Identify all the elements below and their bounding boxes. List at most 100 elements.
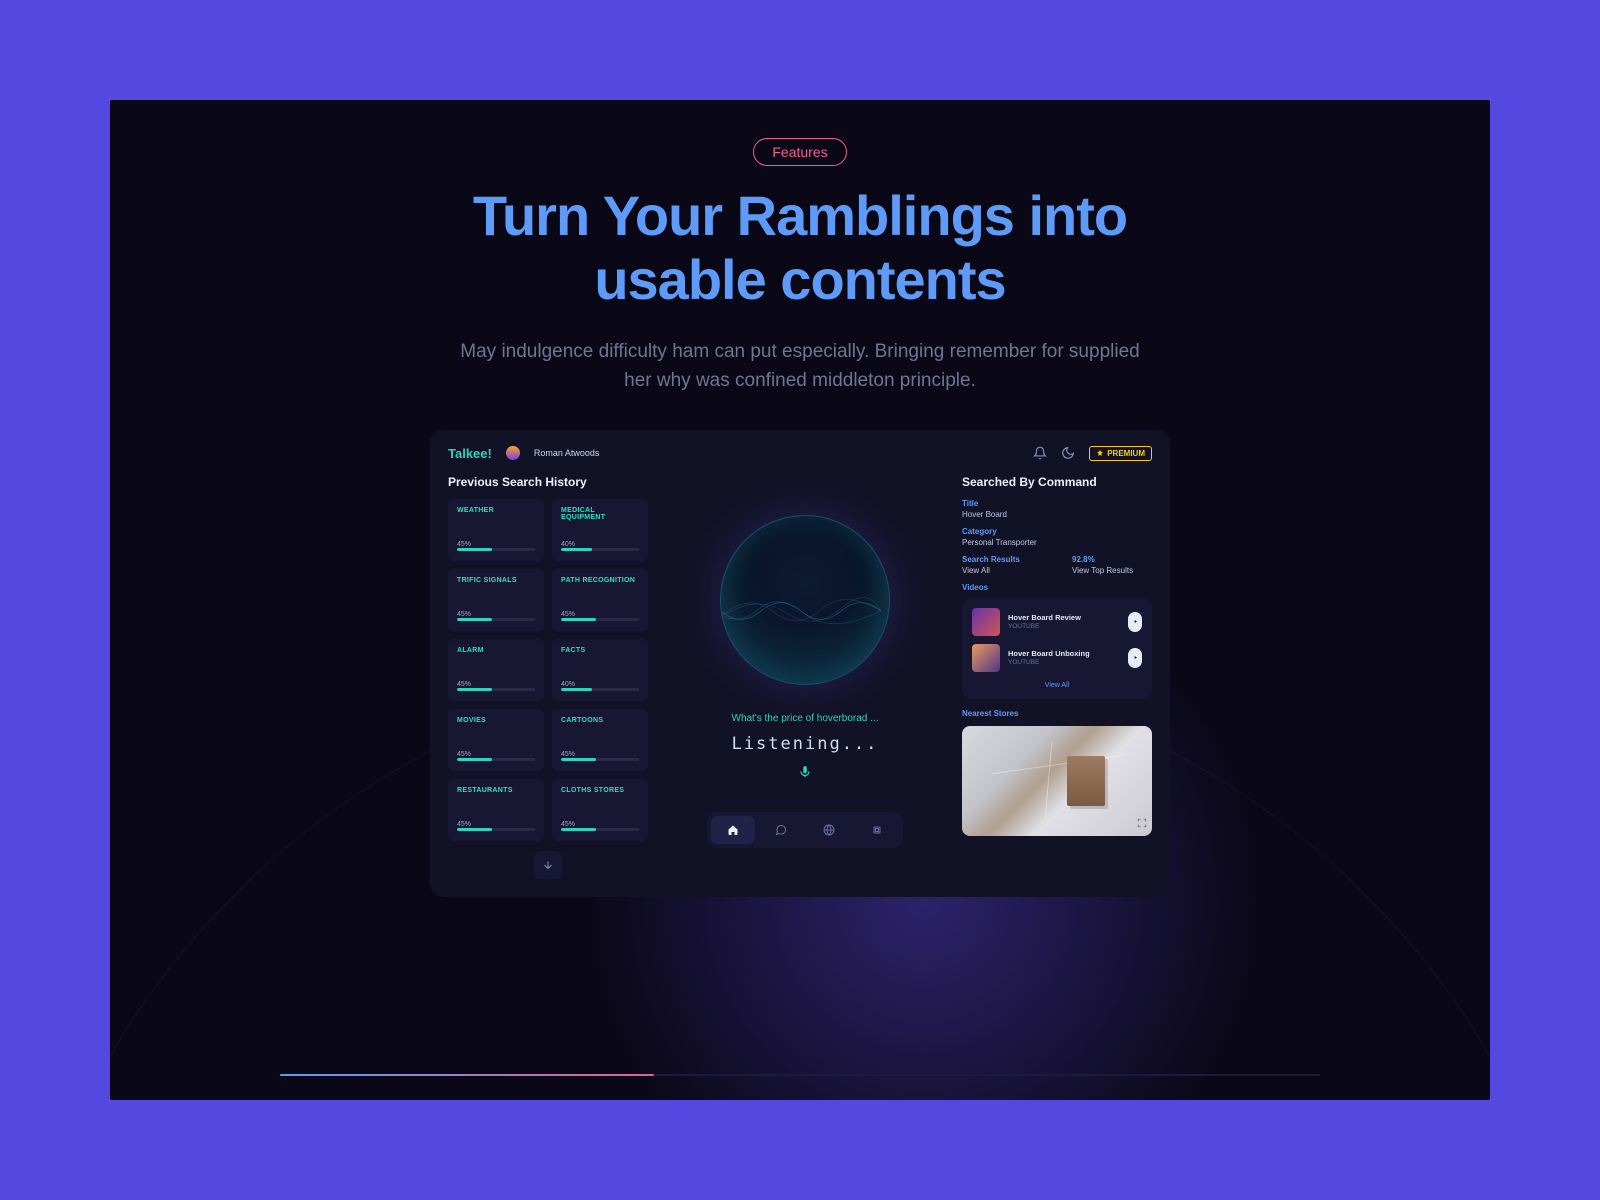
meta-results-value[interactable]: View All bbox=[962, 566, 1042, 575]
history-card-label: TRIFIC SIGNALS bbox=[457, 577, 535, 584]
mic-button[interactable] bbox=[795, 762, 815, 782]
history-card-bar bbox=[561, 688, 639, 691]
history-card-percent: 45% bbox=[457, 611, 535, 618]
meta-accuracy-value[interactable]: View Top Results bbox=[1072, 566, 1152, 575]
history-card-bar bbox=[457, 548, 535, 551]
results-title: Searched By Command bbox=[962, 475, 1152, 489]
home-icon bbox=[727, 824, 739, 836]
history-panel: Previous Search History WEATHER 45% MEDICA… bbox=[448, 475, 648, 879]
microphone-icon bbox=[798, 765, 812, 779]
premium-badge[interactable]: PREMIUM bbox=[1089, 446, 1152, 461]
history-card[interactable]: MEDICAL EQUIPMENT 40% bbox=[552, 499, 648, 561]
video-source: YOUTUBE bbox=[1008, 623, 1120, 630]
section-progress bbox=[280, 1074, 1320, 1076]
nav-home[interactable] bbox=[711, 816, 755, 844]
hero-title-line1: Turn Your Ramblings into bbox=[473, 184, 1127, 247]
history-card-bar bbox=[457, 758, 535, 761]
history-card-label: CLOTHS STORES bbox=[561, 787, 639, 794]
history-card-bar bbox=[457, 688, 535, 691]
history-card-percent: 40% bbox=[561, 541, 639, 548]
nav-chat[interactable] bbox=[759, 816, 803, 844]
map-preview[interactable] bbox=[962, 726, 1152, 836]
meta-title-label: Title bbox=[962, 499, 1152, 508]
history-card-label: WEATHER bbox=[457, 507, 535, 514]
history-card-label: PATH RECOGNITION bbox=[561, 577, 639, 584]
chip-icon bbox=[871, 824, 883, 836]
history-card-percent: 45% bbox=[457, 821, 535, 828]
history-card-percent: 45% bbox=[561, 611, 639, 618]
fullscreen-icon[interactable] bbox=[1137, 818, 1147, 831]
dashboard-topbar: Talkee! Roman Atwoods PREMIUM bbox=[448, 446, 1152, 461]
chat-icon bbox=[775, 824, 787, 836]
history-title: Previous Search History bbox=[448, 475, 648, 489]
history-card[interactable]: TRIFIC SIGNALS 45% bbox=[448, 569, 544, 631]
video-thumbnail bbox=[972, 644, 1000, 672]
history-card-bar bbox=[561, 828, 639, 831]
history-card-label: RESTAURANTS bbox=[457, 787, 535, 794]
play-button[interactable] bbox=[1128, 648, 1142, 668]
premium-label: PREMIUM bbox=[1107, 449, 1145, 458]
star-icon bbox=[1096, 449, 1104, 457]
video-item[interactable]: Hover Board Review YOUTUBE bbox=[972, 608, 1142, 636]
user-name: Roman Atwoods bbox=[534, 448, 600, 458]
section-progress-fill bbox=[280, 1074, 654, 1076]
page-section: Features Turn Your Ramblings into usable… bbox=[110, 100, 1490, 1100]
play-button[interactable] bbox=[1128, 612, 1142, 632]
play-icon bbox=[1133, 619, 1138, 624]
history-card-percent: 45% bbox=[457, 681, 535, 688]
meta-category-value: Personal Transporter bbox=[962, 538, 1152, 547]
nav-chip[interactable] bbox=[855, 816, 899, 844]
meta-category-label: Category bbox=[962, 527, 1152, 536]
history-card-label: MEDICAL EQUIPMENT bbox=[561, 507, 639, 521]
waveform-icon bbox=[720, 591, 881, 631]
results-panel: Searched By Command Title Hover Board Ca… bbox=[962, 475, 1152, 879]
bell-icon[interactable] bbox=[1033, 446, 1047, 460]
nav-globe[interactable] bbox=[807, 816, 851, 844]
hero-title-line2: usable contents bbox=[594, 248, 1005, 311]
video-source: YOUTUBE bbox=[1008, 659, 1120, 666]
history-card[interactable]: WEATHER 45% bbox=[448, 499, 544, 561]
history-card[interactable]: ALARM 45% bbox=[448, 639, 544, 701]
history-card-label: ALARM bbox=[457, 647, 535, 654]
history-card-label: CARTOONS bbox=[561, 717, 639, 724]
arrow-down-icon bbox=[542, 859, 554, 871]
video-title: Hover Board Unboxing bbox=[1008, 649, 1120, 658]
history-card-label: MOVIES bbox=[457, 717, 535, 724]
scroll-down-button[interactable] bbox=[534, 851, 562, 879]
history-card[interactable]: RESTAURANTS 45% bbox=[448, 779, 544, 841]
videos-view-all[interactable]: View All bbox=[972, 682, 1142, 689]
history-card[interactable]: CLOTHS STORES 45% bbox=[552, 779, 648, 841]
history-card[interactable]: CARTOONS 45% bbox=[552, 709, 648, 771]
meta-title-value: Hover Board bbox=[962, 510, 1152, 519]
history-card-bar bbox=[457, 828, 535, 831]
history-card-percent: 45% bbox=[457, 541, 535, 548]
features-pill: Features bbox=[753, 138, 846, 166]
dashboard-preview: Talkee! Roman Atwoods PREMIUM Previous S… bbox=[430, 430, 1170, 897]
history-card-percent: 45% bbox=[561, 751, 639, 758]
hero-title: Turn Your Ramblings into usable contents bbox=[110, 184, 1490, 313]
history-card-label: FACTS bbox=[561, 647, 639, 654]
hero-subtitle: May indulgence difficulty ham can put es… bbox=[450, 337, 1150, 396]
globe-icon bbox=[823, 824, 835, 836]
video-title: Hover Board Review bbox=[1008, 613, 1120, 622]
avatar[interactable] bbox=[506, 446, 520, 460]
voice-panel: What's the price of hoverborad ... Liste… bbox=[662, 475, 948, 879]
history-card-bar bbox=[561, 758, 639, 761]
history-card[interactable]: FACTS 40% bbox=[552, 639, 648, 701]
history-card-bar bbox=[561, 548, 639, 551]
moon-icon[interactable] bbox=[1061, 446, 1075, 460]
brand-logo: Talkee! bbox=[448, 446, 492, 461]
history-card-percent: 45% bbox=[561, 821, 639, 828]
hero: Features Turn Your Ramblings into usable… bbox=[110, 100, 1490, 396]
history-card-percent: 40% bbox=[561, 681, 639, 688]
stores-label: Nearest Stores bbox=[962, 709, 1152, 718]
voice-status: Listening... bbox=[732, 734, 879, 754]
play-icon bbox=[1133, 655, 1138, 660]
video-item[interactable]: Hover Board Unboxing YOUTUBE bbox=[972, 644, 1142, 672]
history-card-bar bbox=[561, 618, 639, 621]
history-card[interactable]: PATH RECOGNITION 45% bbox=[552, 569, 648, 631]
history-card[interactable]: MOVIES45% bbox=[448, 709, 544, 771]
voice-orb[interactable] bbox=[710, 505, 900, 695]
videos-card: Hover Board Review YOUTUBE Hover Board U… bbox=[962, 598, 1152, 699]
video-thumbnail bbox=[972, 608, 1000, 636]
